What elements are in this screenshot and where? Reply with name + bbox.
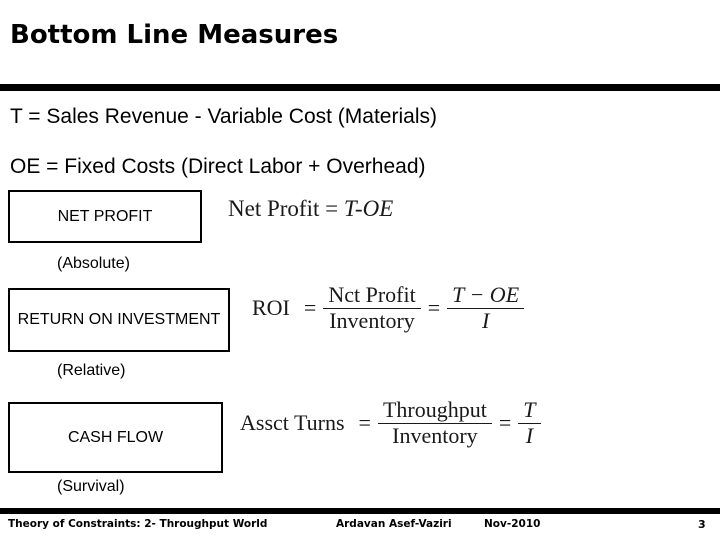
equation-roi-fraction-1: Nct Profit Inventory	[323, 282, 421, 334]
equation-asset-turns-fraction-1: Throughput Inventory	[377, 397, 492, 449]
box-net-profit: NET PROFIT	[8, 190, 202, 243]
footer-page-number: 3	[698, 518, 706, 531]
box-return-on-investment: RETURN ON INVESTMENT	[8, 288, 230, 352]
equation-net-profit-equals: =	[325, 196, 339, 221]
equation-asset-turns-fraction-2: T I	[518, 397, 541, 449]
definition-throughput: T = Sales Revenue - Variable Cost (Mater…	[10, 105, 437, 128]
equation-asset-turns-equals-2: =	[498, 410, 512, 436]
title-divider	[0, 84, 720, 91]
slide: Bottom Line Measures T = Sales Revenue -…	[0, 0, 720, 540]
equation-asset-turns-lhs: Assct Turns	[240, 410, 345, 436]
equation-asset-turns: Assct Turns = Throughput Inventory = T I	[240, 397, 541, 449]
box-cash-flow-label: CASH FLOW	[67, 428, 164, 446]
caption-relative: (Relative)	[57, 362, 126, 379]
box-net-profit-label: NET PROFIT	[57, 207, 153, 225]
footer-course: Theory of Constraints: 2- Throughput Wor…	[8, 518, 268, 530]
equation-roi-fraction-2: T − OE I	[447, 282, 525, 334]
equation-roi-lhs: ROI	[252, 295, 290, 321]
equation-roi-denominator-1: Inventory	[323, 307, 421, 334]
equation-asset-turns-numerator-1: Throughput	[382, 397, 487, 422]
equation-net-profit-lhs: Net Profit	[228, 196, 320, 221]
footer-date: Nov-2010	[484, 518, 541, 530]
equation-net-profit: Net Profit = T-OE	[228, 196, 393, 222]
caption-survival: (Survival)	[57, 478, 125, 495]
definition-operating-expense: OE = Fixed Costs (Direct Labor + Overhea…	[10, 155, 426, 178]
box-return-on-investment-label: RETURN ON INVESTMENT	[17, 311, 221, 328]
footer-divider	[0, 508, 720, 514]
page-title: Bottom Line Measures	[10, 20, 339, 50]
equation-net-profit-rhs: T-OE	[343, 196, 394, 221]
equation-roi: ROI = Nct Profit Inventory = T − OE I	[252, 282, 525, 334]
equation-roi-numerator-1: Nct Profit	[328, 282, 416, 307]
equation-asset-turns-denominator-2: I	[518, 422, 541, 449]
equation-roi-denominator-2: I	[447, 307, 525, 334]
equation-asset-turns-denominator-1: Inventory	[377, 422, 492, 449]
equation-asset-turns-equals-1: =	[358, 410, 371, 436]
box-cash-flow: CASH FLOW	[8, 402, 223, 473]
footer-author: Ardavan Asef-Vaziri	[336, 518, 452, 530]
equation-asset-turns-numerator-2: T	[523, 397, 536, 422]
equation-roi-numerator-2: T − OE	[452, 282, 520, 307]
equation-roi-equals-1: =	[303, 295, 317, 321]
equation-roi-equals-2: =	[427, 295, 441, 321]
caption-absolute: (Absolute)	[57, 255, 130, 272]
